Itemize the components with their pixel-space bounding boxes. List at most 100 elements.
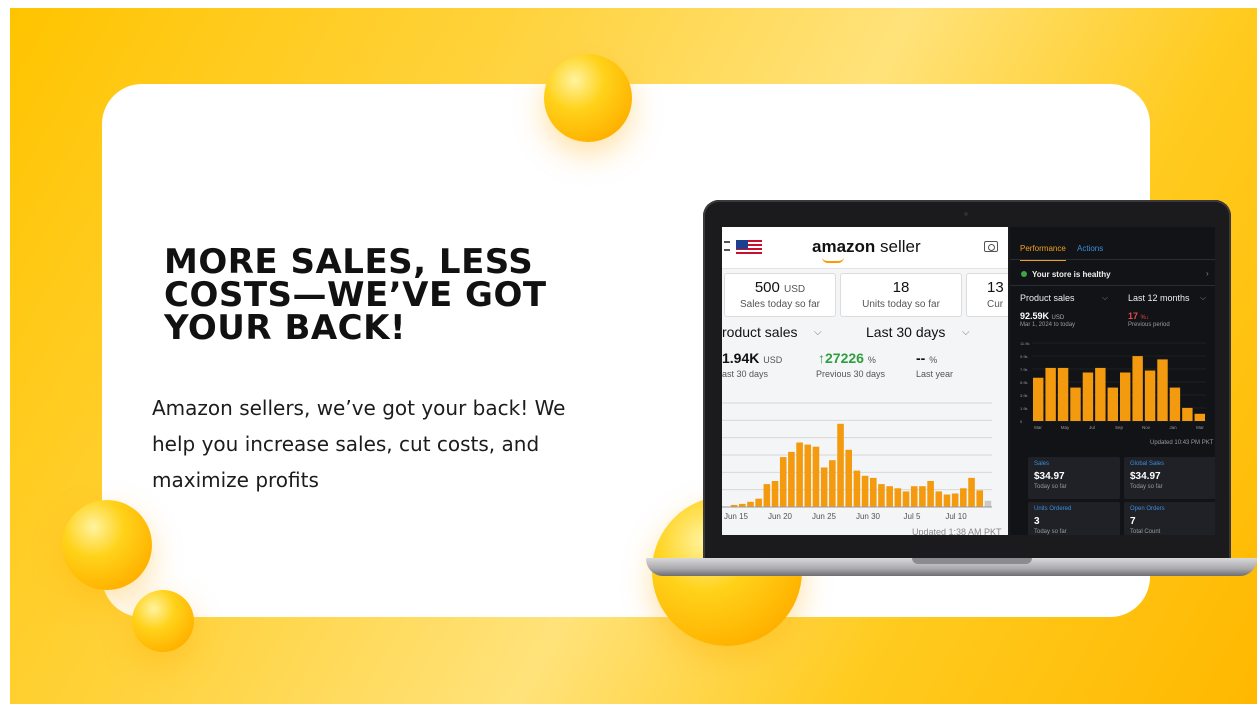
chevron-down-icon[interactable]: ⌵	[1200, 293, 1206, 303]
x-tick-label: Jul 10	[945, 512, 967, 521]
x-tick-label: Nov	[1142, 425, 1151, 430]
metric-total: 1.94K USD	[722, 350, 783, 366]
menu-icon[interactable]	[724, 241, 730, 251]
bar	[837, 423, 844, 507]
bar	[1082, 372, 1094, 421]
laptop-notch	[912, 558, 1032, 564]
bar	[1033, 377, 1044, 421]
headline: MORE SALES, LESS COSTS—WE’VE GOT YOUR BA…	[164, 242, 547, 348]
card-global-sales[interactable]: Global Sales $34.97 Today so far	[1124, 457, 1215, 499]
bar	[1132, 356, 1143, 421]
bar	[1120, 372, 1131, 421]
y-tick-label: 0	[1020, 419, 1023, 424]
bar	[943, 494, 951, 507]
metric-total-label: ast 30 days	[722, 369, 769, 379]
bar	[1095, 367, 1106, 421]
chevron-down-icon[interactable]: ⌵	[1102, 293, 1108, 303]
bar	[779, 457, 787, 507]
webcam-icon	[964, 212, 968, 216]
health-status-icon	[1021, 271, 1027, 277]
bar	[861, 475, 869, 507]
bar	[747, 501, 754, 507]
y-tick-label: 3.9k	[1020, 393, 1028, 398]
x-tick-label: Jun 15	[724, 512, 749, 521]
chevron-down-icon[interactable]: ⌵	[814, 327, 822, 338]
x-tick-label: Sep	[1115, 425, 1124, 430]
tab-actions[interactable]: Actions	[1077, 244, 1103, 253]
y-tick-label: 7.9k	[1020, 367, 1028, 372]
x-tick-label: Jun 25	[812, 512, 837, 521]
bar	[804, 444, 812, 507]
chevron-right-icon[interactable]: ›	[1206, 269, 1209, 278]
bar	[755, 498, 762, 507]
previous-change-label: Previous period	[1128, 322, 1170, 328]
us-flag-icon[interactable]	[736, 240, 762, 256]
bar	[886, 486, 893, 507]
period-dropdown[interactable]: Last 12 months	[1128, 293, 1190, 303]
x-tick-label: May	[1061, 425, 1070, 430]
updated-timestamp: Updated 1:38 AM PKT	[912, 527, 1002, 535]
bar	[853, 470, 861, 507]
monthly-sales-chart: 11.9k 9.9k 7.9k 5.9k 3.9k 1.9k 0 Mar May Jul Sep No…	[1020, 341, 1206, 430]
bar	[788, 451, 795, 507]
x-tick-label: Jun 30	[856, 512, 881, 521]
tile-units-today[interactable]: 18 Units today so far	[840, 273, 962, 317]
body-copy: Amazon sellers, we’ve got your back! We …	[152, 396, 566, 492]
bar	[796, 442, 803, 507]
y-tick-label: 5.9k	[1020, 380, 1028, 385]
x-tick-label: Jan	[1169, 425, 1177, 430]
tile-current[interactable]: 13 Cur	[966, 273, 1008, 317]
metric-dropdown[interactable]: roduct sales	[722, 324, 797, 340]
metric-last-year: -- %	[916, 350, 938, 366]
current-sales-label: Mar 1, 2024 to today	[1020, 322, 1076, 328]
seller-app-light: amazon seller 500 USD Sales today so far…	[722, 227, 1008, 535]
y-tick-label: 9.9k	[1020, 354, 1028, 359]
health-status[interactable]: Your store is healthy	[1032, 270, 1111, 279]
yellow-sphere-top	[544, 54, 632, 142]
yellow-sphere-left-small	[132, 590, 194, 652]
daily-sales-chart: Jun 15 Jun 20 Jun 25 Jun 30 Jul 5 Jul 10	[722, 402, 992, 521]
camera-icon[interactable]	[984, 241, 998, 252]
bar	[820, 467, 828, 507]
bar	[1194, 413, 1205, 421]
amazon-seller-logo: amazon seller	[812, 237, 921, 256]
bar	[984, 500, 992, 507]
bar	[829, 460, 836, 507]
bar	[960, 488, 967, 507]
y-tick-label: 11.9k	[1020, 341, 1030, 346]
y-tick-label: 1.9k	[1020, 406, 1028, 411]
bar	[812, 446, 820, 507]
bar	[1045, 367, 1056, 421]
bar	[976, 490, 984, 507]
bar	[1182, 407, 1193, 421]
divider	[1010, 259, 1215, 260]
bar	[902, 491, 910, 507]
bar	[1157, 359, 1168, 421]
bar	[919, 486, 926, 507]
previous-change: 17 %↓	[1128, 311, 1149, 321]
tile-sales-today[interactable]: 500 USD Sales today so far	[724, 273, 836, 317]
bar	[1107, 387, 1118, 421]
x-tick-label: Mar	[1034, 425, 1042, 430]
current-sales: 92.59K USD	[1020, 311, 1065, 321]
x-tick-label: Jun 20	[768, 512, 793, 521]
bar	[1144, 370, 1156, 421]
bar	[763, 484, 771, 507]
card-units-ordered[interactable]: Units Ordered 3 Today so far	[1028, 502, 1120, 535]
metric-change: ↑27226 %	[818, 350, 876, 366]
app-header: amazon seller	[722, 227, 1008, 269]
period-dropdown[interactable]: Last 30 days	[866, 324, 945, 340]
card-sales[interactable]: Sales $34.97 Today so far	[1028, 457, 1120, 499]
metric-dropdown[interactable]: Product sales	[1020, 293, 1075, 303]
card-open-orders[interactable]: Open Orders 7 Total Count	[1124, 502, 1215, 535]
bar	[1057, 367, 1069, 421]
updated-timestamp: Updated 10:43 PM PKT	[1150, 440, 1214, 446]
bar	[968, 477, 975, 507]
bar	[894, 488, 902, 507]
x-tick-label: Mar	[1196, 425, 1204, 430]
chevron-down-icon[interactable]: ⌵	[962, 327, 970, 338]
bar	[845, 449, 853, 507]
bar	[869, 477, 877, 507]
bar	[878, 484, 885, 507]
bar	[951, 493, 959, 507]
